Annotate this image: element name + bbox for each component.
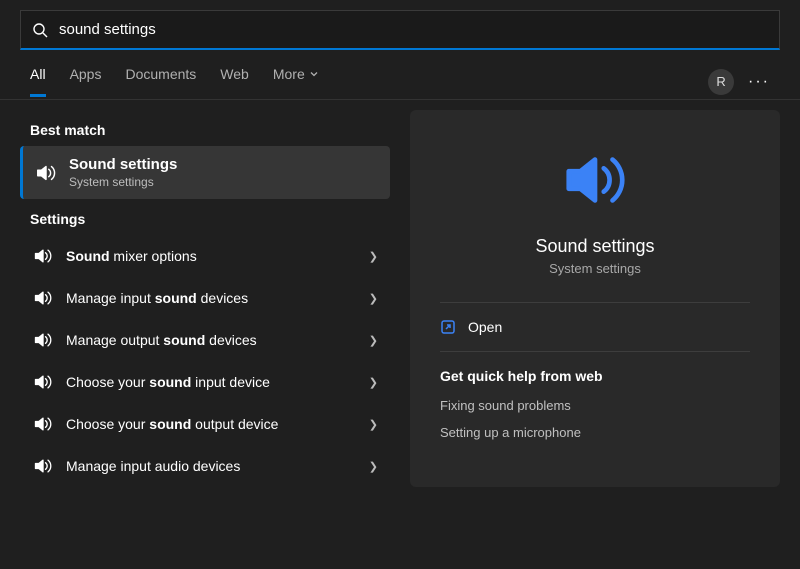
setting-label: Manage output sound devices [66,332,357,348]
chevron-right-icon: ❯ [369,334,378,347]
setting-label: Choose your sound output device [66,416,357,432]
help-header: Get quick help from web [440,368,750,384]
chevron-right-icon: ❯ [369,418,378,431]
sound-icon [32,413,54,435]
sound-icon [32,329,54,351]
sound-icon [555,140,635,220]
sound-icon [32,371,54,393]
results-panel: Best match Sound settings System setting… [20,110,390,487]
tab-apps[interactable]: Apps [70,66,102,97]
chevron-right-icon: ❯ [369,376,378,389]
chevron-right-icon: ❯ [369,250,378,263]
help-link[interactable]: Fixing sound problems [440,398,750,413]
best-match-item[interactable]: Sound settings System settings [20,146,390,199]
search-query: sound settings [59,21,769,38]
tab-more-label: More [273,66,305,82]
search-icon [31,21,49,39]
tab-more[interactable]: More [273,66,319,97]
more-options-button[interactable]: ··· [748,73,770,91]
avatar[interactable]: R [708,69,734,95]
search-bar[interactable]: sound settings [20,10,780,50]
tab-all[interactable]: All [30,66,46,97]
detail-subtitle: System settings [549,261,641,276]
help-link[interactable]: Setting up a microphone [440,425,750,440]
help-section: Get quick help from web Fixing sound pro… [440,352,750,452]
detail-title: Sound settings [535,236,654,257]
setting-label: Manage input audio devices [66,458,357,474]
setting-item[interactable]: Sound mixer options ❯ [20,235,390,277]
sound-icon [35,162,57,184]
sound-icon [32,455,54,477]
setting-item[interactable]: Manage input audio devices ❯ [20,445,390,487]
open-label: Open [468,319,502,335]
open-icon [440,319,456,335]
sound-icon [32,287,54,309]
best-match-subtitle: System settings [69,175,177,189]
filter-tabs: All Apps Documents Web More R ··· [0,50,800,100]
chevron-right-icon: ❯ [369,460,378,473]
setting-label: Choose your sound input device [66,374,357,390]
setting-label: Sound mixer options [66,248,357,264]
best-match-header: Best match [20,110,390,146]
setting-item[interactable]: Choose your sound output device ❯ [20,403,390,445]
chevron-right-icon: ❯ [369,292,378,305]
setting-item[interactable]: Manage input sound devices ❯ [20,277,390,319]
detail-panel: Sound settings System settings Open Get … [410,110,780,487]
settings-header: Settings [20,199,390,235]
setting-item[interactable]: Choose your sound input device ❯ [20,361,390,403]
setting-label: Manage input sound devices [66,290,357,306]
content: Best match Sound settings System setting… [0,100,800,487]
sound-icon [32,245,54,267]
open-button[interactable]: Open [440,303,750,352]
tab-web[interactable]: Web [220,66,249,97]
setting-item[interactable]: Manage output sound devices ❯ [20,319,390,361]
settings-list: Sound mixer options ❯ Manage input sound… [20,235,390,487]
best-match-title: Sound settings [69,156,177,173]
detail-hero: Sound settings System settings [440,140,750,303]
tab-documents[interactable]: Documents [125,66,196,97]
chevron-down-icon [309,69,319,79]
